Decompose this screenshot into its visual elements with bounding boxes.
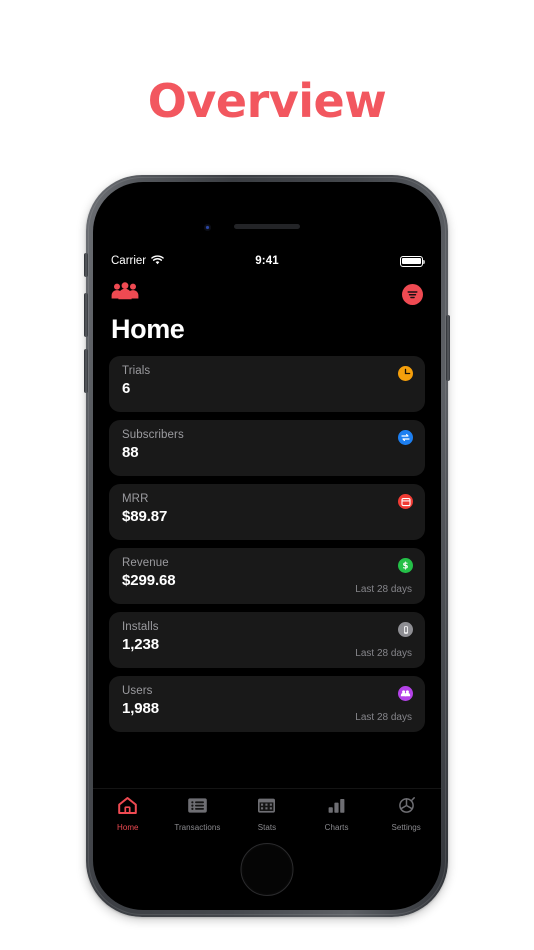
gear-icon bbox=[396, 796, 417, 820]
svg-text:$: $ bbox=[403, 561, 409, 571]
earpiece-speaker-icon bbox=[234, 224, 300, 229]
card-label: Revenue bbox=[122, 557, 169, 569]
card-period: Last 28 days bbox=[355, 584, 412, 595]
card-label: Subscribers bbox=[122, 429, 184, 441]
tab-label: Stats bbox=[257, 822, 277, 832]
people-group-icon[interactable] bbox=[111, 282, 139, 306]
card-value: 88 bbox=[122, 444, 139, 461]
status-time: 9:41 bbox=[255, 255, 279, 267]
page-title: Overview bbox=[147, 74, 387, 128]
card-label: Installs bbox=[122, 621, 159, 633]
calendar-grid-icon bbox=[256, 796, 277, 820]
screen-title: Home bbox=[111, 314, 185, 344]
stat-card-subscribers[interactable]: Subscribers 88 bbox=[109, 420, 425, 476]
phone-icon bbox=[398, 622, 413, 637]
card-value: 6 bbox=[122, 380, 131, 397]
status-bar: Carrier 9:41 bbox=[93, 250, 441, 272]
calendar-icon bbox=[398, 494, 413, 509]
dollar-icon: $ bbox=[398, 558, 413, 573]
repeat-icon bbox=[398, 430, 413, 445]
tab-label: Transactions bbox=[174, 822, 221, 832]
clock-icon bbox=[398, 366, 413, 381]
tab-label: Settings bbox=[391, 822, 421, 832]
card-period: Last 28 days bbox=[355, 648, 412, 659]
card-label: MRR bbox=[122, 493, 149, 505]
app-nav-row bbox=[93, 276, 441, 312]
tab-label: Home bbox=[117, 822, 139, 832]
mute-switch-button[interactable] bbox=[84, 253, 88, 277]
list-icon bbox=[187, 796, 208, 820]
bar-chart-icon bbox=[326, 796, 347, 820]
volume-up-button[interactable] bbox=[84, 293, 88, 337]
filter-menu-icon[interactable] bbox=[402, 283, 423, 305]
stat-card-installs[interactable]: Installs 1,238 Last 28 days bbox=[109, 612, 425, 668]
tab-transactions[interactable]: Transactions bbox=[163, 796, 233, 832]
card-label: Trials bbox=[122, 365, 151, 377]
card-label: Users bbox=[122, 685, 153, 697]
phone-screen-bezel: Carrier 9:41 Home Trials 6 Subscribers 8… bbox=[93, 182, 441, 910]
phone-device-frame: Carrier 9:41 Home Trials 6 Subscribers 8… bbox=[84, 175, 450, 917]
battery-full-icon bbox=[400, 255, 426, 267]
app-screen: Carrier 9:41 Home Trials 6 Subscribers 8… bbox=[93, 250, 441, 838]
stat-card-users[interactable]: Users 1,988 Last 28 days bbox=[109, 676, 425, 732]
bottom-tab-bar: Home Transactions Stats Charts Settings bbox=[93, 788, 441, 838]
stat-card-mrr[interactable]: MRR $89.87 bbox=[109, 484, 425, 540]
tab-stats[interactable]: Stats bbox=[232, 796, 302, 832]
power-button[interactable] bbox=[446, 315, 450, 381]
volume-down-button[interactable] bbox=[84, 349, 88, 393]
front-camera-icon bbox=[204, 224, 211, 231]
stat-card-trials[interactable]: Trials 6 bbox=[109, 356, 425, 412]
house-icon bbox=[117, 796, 138, 820]
card-value: $89.87 bbox=[122, 508, 168, 525]
tab-charts[interactable]: Charts bbox=[302, 796, 372, 832]
stat-card-revenue[interactable]: Revenue $299.68 Last 28 days $ bbox=[109, 548, 425, 604]
users-icon bbox=[398, 686, 413, 701]
card-period: Last 28 days bbox=[355, 712, 412, 723]
home-button[interactable] bbox=[240, 843, 294, 896]
stat-card-list: Trials 6 Subscribers 88 MRR $89.87 Reven… bbox=[93, 356, 441, 732]
tab-home[interactable]: Home bbox=[93, 796, 163, 832]
tab-label: Charts bbox=[324, 822, 349, 832]
tab-settings[interactable]: Settings bbox=[371, 796, 441, 832]
